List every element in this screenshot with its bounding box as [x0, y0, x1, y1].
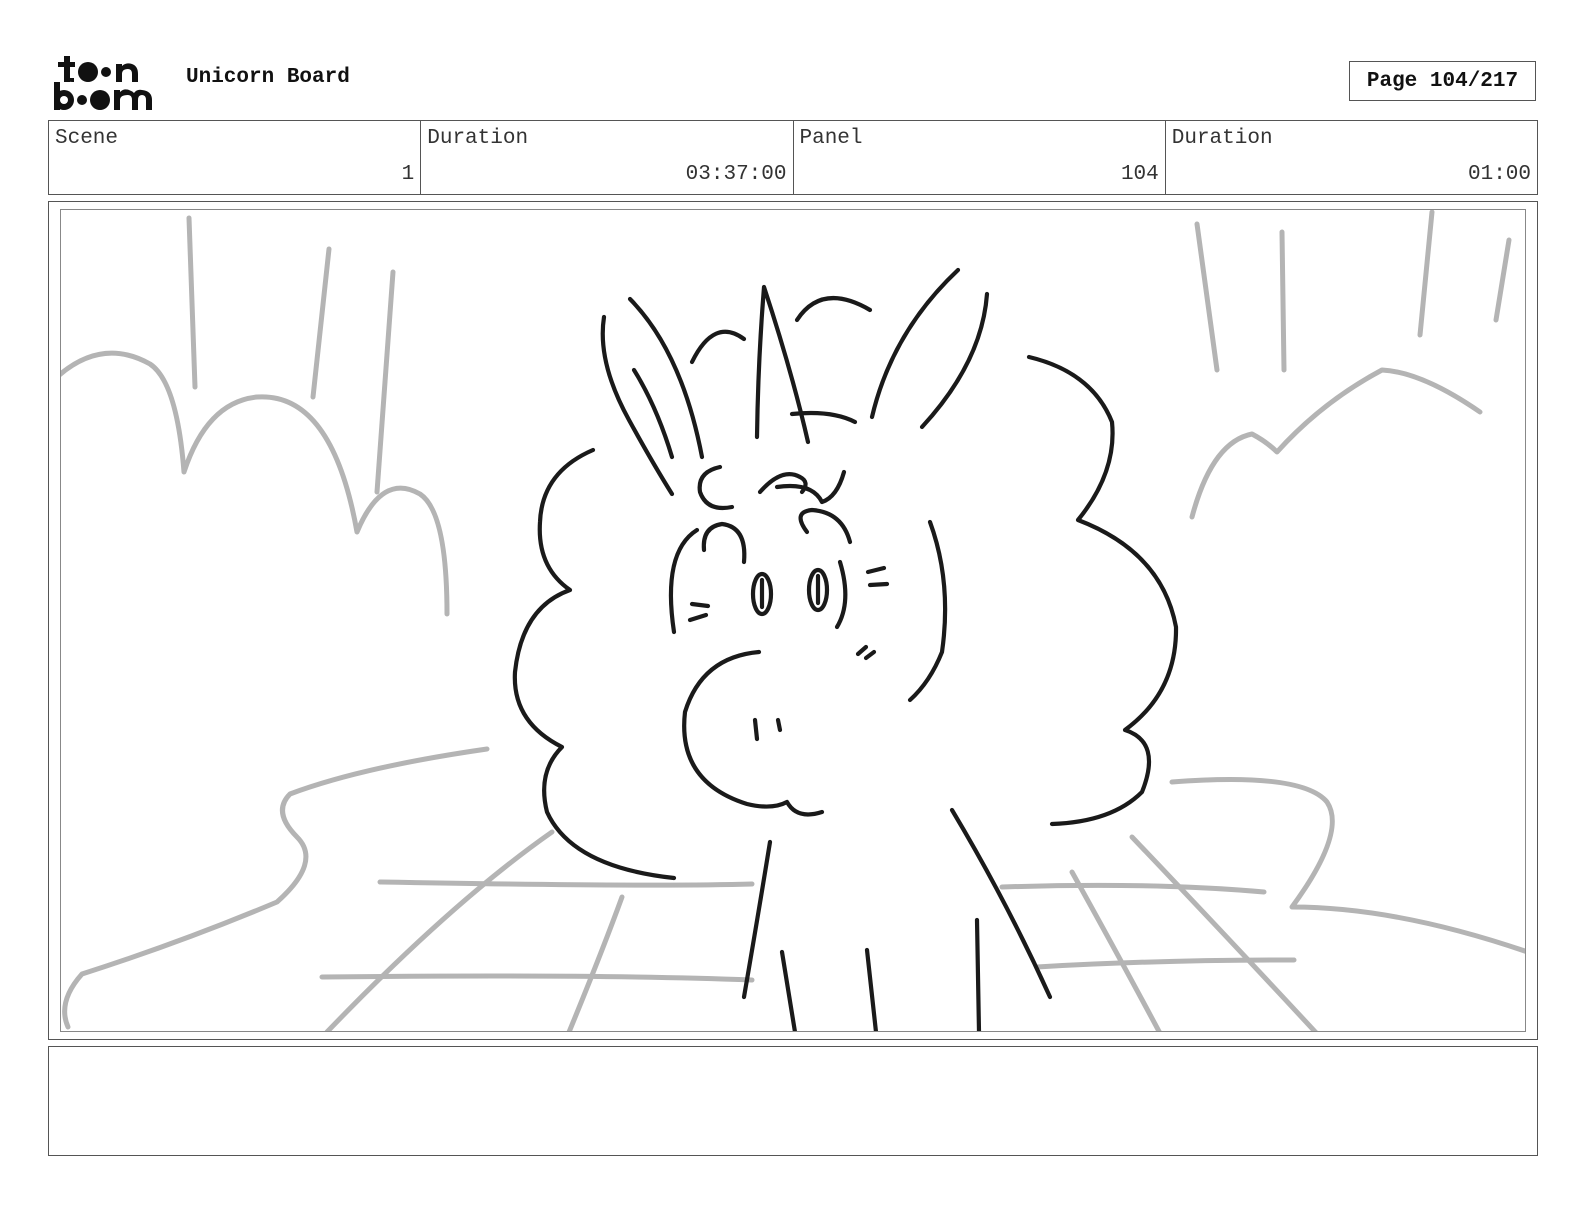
- panel-duration-cell: Duration 01:00: [1166, 121, 1537, 194]
- panel-cell: Panel 104: [794, 121, 1166, 194]
- scene-duration-label: Duration: [427, 127, 529, 150]
- scene-duration-cell: Duration 03:37:00: [421, 121, 794, 194]
- board-title: Unicorn Board: [186, 66, 350, 89]
- panel-label: Panel: [799, 127, 863, 150]
- panel-duration-label: Duration: [1171, 127, 1273, 150]
- unicorn-sketch-image: [61, 210, 1525, 1031]
- info-row: Scene 1 Duration 03:37:00 Panel 104 Dura…: [48, 120, 1538, 195]
- panel-image[interactable]: [60, 209, 1526, 1032]
- toonboom-logo-icon: [54, 56, 152, 110]
- panel-value: 104: [1120, 163, 1159, 186]
- page-indicator: Page 104/217: [1349, 61, 1536, 101]
- notes-box[interactable]: [48, 1046, 1538, 1156]
- scene-value: 1: [401, 163, 415, 186]
- scene-duration-value: 03:37:00: [685, 163, 787, 186]
- scene-cell: Scene 1: [49, 121, 422, 194]
- scene-label: Scene: [55, 127, 119, 150]
- panel-frame: [48, 201, 1538, 1040]
- panel-duration-value: 01:00: [1467, 163, 1531, 186]
